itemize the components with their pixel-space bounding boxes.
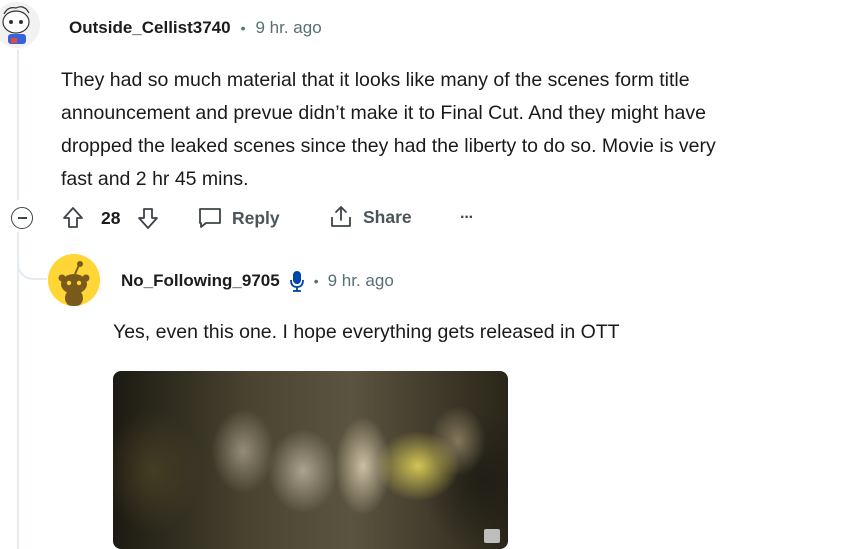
comment-body-line: They had so much material that it looks … bbox=[61, 69, 690, 91]
share-icon bbox=[331, 206, 351, 227]
timestamp[interactable]: 9 hr. ago bbox=[255, 18, 321, 38]
thread-connector bbox=[17, 256, 47, 280]
reply-avatar[interactable] bbox=[48, 254, 100, 306]
thread-line-parent[interactable] bbox=[17, 50, 19, 200]
upvote-button[interactable] bbox=[62, 206, 84, 235]
reply-author-name[interactable]: No_Following_9705 bbox=[121, 271, 280, 291]
comment-body-line: announcement and prevue didn’t make it t… bbox=[61, 102, 706, 124]
downvote-button[interactable] bbox=[137, 206, 159, 235]
snoo-avatar-icon bbox=[48, 254, 100, 306]
comment-bubble-icon bbox=[199, 208, 221, 228]
share-label: Share bbox=[363, 206, 412, 227]
reply-header: No_Following_9705 • 9 hr. ago bbox=[121, 270, 394, 292]
comment-body-line: fast and 2 hr 45 mins. bbox=[61, 168, 249, 190]
author-name[interactable]: Outside_Cellist3740 bbox=[69, 18, 231, 38]
vote-count: 28 bbox=[101, 208, 121, 228]
reply-button[interactable]: Reply bbox=[197, 206, 280, 230]
meta-separator: • bbox=[313, 273, 319, 289]
avatar[interactable] bbox=[0, 2, 40, 48]
reply-label: Reply bbox=[232, 207, 280, 228]
reply-body: Yes, even this one. I hope everything ge… bbox=[113, 321, 620, 343]
embedded-video[interactable] bbox=[113, 371, 508, 549]
comment-header: Outside_Cellist3740 • 9 hr. ago bbox=[69, 18, 322, 38]
microphone-badge-icon bbox=[289, 271, 304, 292]
more-options-button[interactable]: ··· bbox=[460, 209, 474, 227]
thread-line-reply[interactable] bbox=[17, 232, 19, 549]
upvote-arrow-icon bbox=[63, 207, 83, 228]
expand-video-icon[interactable] bbox=[484, 529, 500, 543]
comment-body-line: dropped the leaked scenes since they had… bbox=[61, 135, 716, 157]
meta-separator: • bbox=[240, 20, 246, 36]
share-button[interactable]: Share bbox=[328, 204, 412, 230]
downvote-arrow-icon bbox=[138, 208, 158, 229]
comment-body: They had so much material that it looks … bbox=[61, 64, 846, 196]
snoo-avatar-icon bbox=[0, 2, 40, 48]
collapse-thread-button[interactable] bbox=[11, 207, 33, 229]
reply-timestamp[interactable]: 9 hr. ago bbox=[328, 271, 394, 291]
